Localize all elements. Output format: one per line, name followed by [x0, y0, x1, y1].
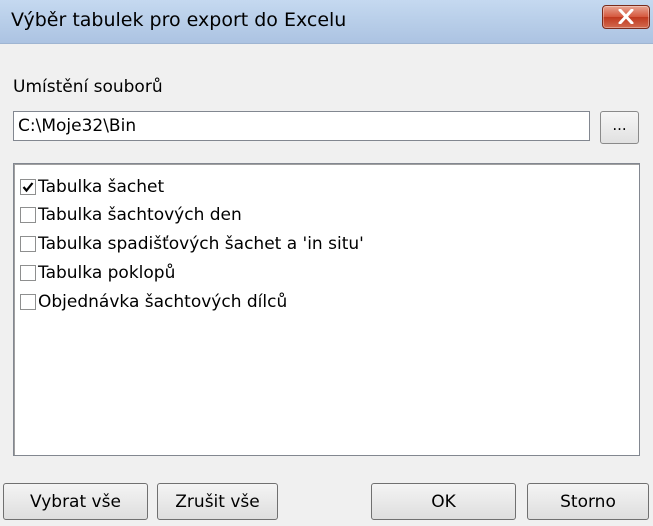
list-item-label: Tabulka šachtových den [38, 205, 242, 225]
list-item-objednavka-sachtovych-dilcu[interactable]: Objednávka šachtových dílců [20, 288, 287, 316]
list-item-label: Tabulka spadišťových šachet a 'in situ' [38, 234, 364, 254]
title-bar[interactable]: Výběr tabulek pro export do Excelu [0, 0, 653, 44]
window-title: Výběr tabulek pro export do Excelu [11, 9, 347, 31]
file-path-input[interactable] [13, 111, 590, 141]
checkmark-icon [22, 182, 34, 193]
list-item-tabulka-sachet[interactable]: Tabulka šachet [20, 173, 164, 201]
list-item-tabulka-sachtovych-den[interactable]: Tabulka šachtových den [20, 201, 242, 229]
browse-button[interactable]: ... [600, 111, 639, 144]
list-item-label: Tabulka šachet [38, 177, 165, 197]
select-all-button[interactable]: Vybrat vše [3, 483, 148, 520]
cancel-button[interactable]: Storno [527, 483, 649, 520]
list-item-label: Objednávka šachtových dílců [38, 292, 288, 312]
file-location-label: Umístění souborů [13, 77, 163, 97]
checkbox[interactable] [20, 265, 36, 281]
close-icon [618, 9, 634, 24]
ok-button[interactable]: OK [371, 483, 516, 520]
list-item-tabulka-poklopu[interactable]: Tabulka poklopů [20, 259, 175, 287]
close-button[interactable] [602, 5, 650, 29]
clear-all-button[interactable]: Zrušit vše [157, 483, 278, 520]
checkbox[interactable] [20, 179, 36, 195]
checkbox[interactable] [20, 207, 36, 223]
checkbox[interactable] [20, 294, 36, 310]
list-item-tabulka-spadistovych-sachet[interactable]: Tabulka spadišťových šachet a 'in situ' [20, 230, 364, 258]
checkbox[interactable] [20, 236, 36, 252]
table-list[interactable]: Tabulka šachet Tabulka šachtových den Ta… [13, 163, 640, 456]
list-item-label: Tabulka poklopů [38, 263, 176, 283]
export-dialog: Výběr tabulek pro export do Excelu Umíst… [0, 0, 653, 526]
